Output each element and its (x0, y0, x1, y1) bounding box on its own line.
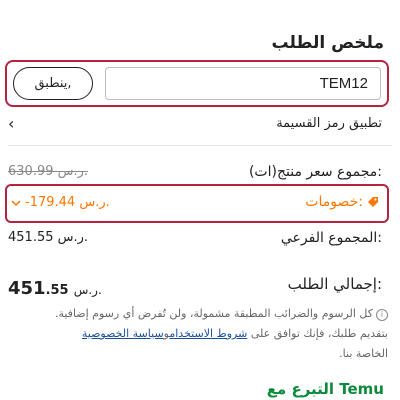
apply-coupon-button[interactable]: ينطبق, (13, 67, 93, 100)
discounts-value: -179.44 ر.س. (25, 195, 110, 210)
apply-coupon-code-label: تطبيق رمز القسيمة (276, 116, 382, 131)
discounts-row[interactable]: خصومات: -179.44 ر.س. (5, 184, 389, 223)
chevron-left-icon: ‹ (8, 114, 15, 133)
terms-of-use-link[interactable]: شروط الاستخدام (169, 327, 247, 340)
page-title: ملخص الطلب (271, 33, 384, 53)
items-subtotal-row: مجموع سعر منتج(ات): 630.99 ر.س. (0, 160, 400, 182)
coupon-code-input[interactable] (105, 67, 381, 100)
subtotal-value: 451.55 ر.س. (8, 230, 89, 245)
privacy-policy-link[interactable]: سياسة الخصوصية (82, 327, 164, 340)
order-total-label: إجمالي الطلب: (287, 275, 382, 293)
donate-section-title: التبرع مع Temu (266, 380, 384, 398)
order-total-value: 451.55 ر.س. (8, 278, 102, 299)
subtotal-row: المجموع الفرعي: 451.55 ر.س. (0, 228, 400, 250)
discounts-label: خصومات: (305, 194, 363, 210)
items-original-price: 630.99 ر.س. (8, 164, 89, 179)
divider (8, 145, 392, 146)
apply-coupon-code-row[interactable]: تطبيق رمز القسيمة ‹ (0, 114, 400, 136)
info-icon: i (376, 309, 388, 321)
terms-note: iكل الرسوم والضرائب المطبقة مشمولة، ولن … (54, 307, 388, 360)
items-subtotal-label: مجموع سعر منتج(ات): (248, 164, 382, 180)
chevron-down-icon (11, 199, 21, 206)
coupon-section: ينطبق, (5, 60, 389, 107)
subtotal-label: المجموع الفرعي: (280, 230, 382, 246)
tag-icon (368, 197, 378, 207)
